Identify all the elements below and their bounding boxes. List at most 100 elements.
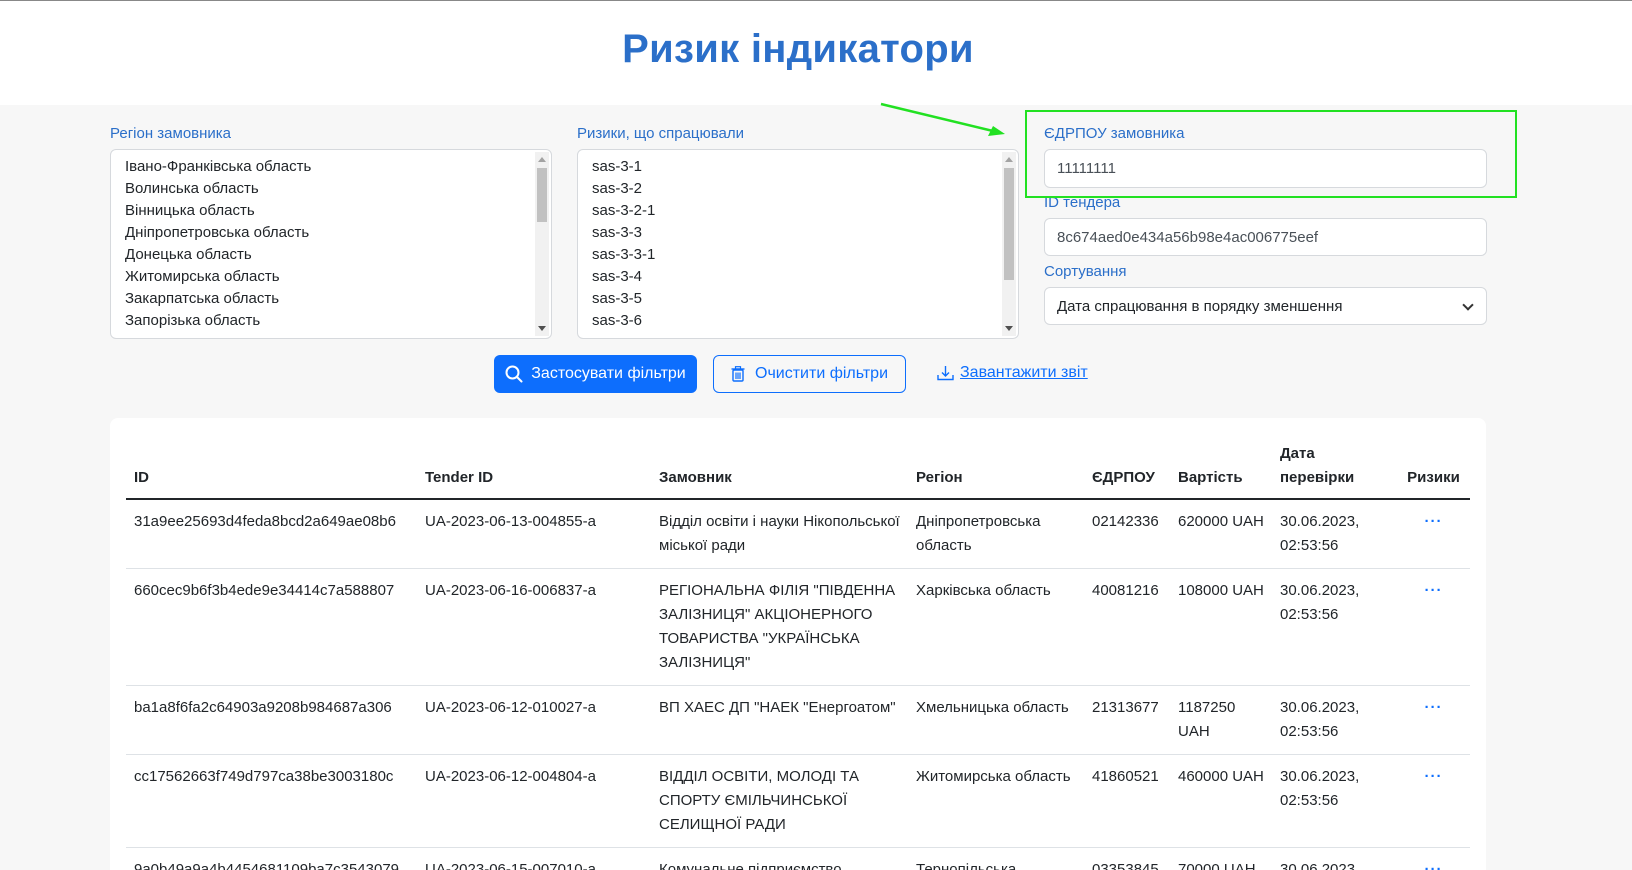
download-report-link[interactable]: Завантажити звіт	[937, 364, 1088, 382]
column-header-date[interactable]: Дата перевірки	[1272, 442, 1397, 500]
scroll-down-icon[interactable]	[538, 326, 546, 331]
cell-edrpou: 41860521	[1084, 754, 1170, 848]
cell-edrpou: 03353845	[1084, 847, 1170, 870]
cell-customer: ВІДДІЛ ОСВІТИ, МОЛОДІ ТА СПОРТУ ЄМІЛЬЧИН…	[651, 754, 908, 848]
list-option[interactable]: sas-3-6	[578, 310, 1000, 332]
annotation-arrow	[880, 102, 1005, 136]
column-header-risks[interactable]: Ризики	[1397, 442, 1470, 500]
cell-tender-id: UA-2023-06-12-004804-a	[417, 754, 651, 848]
cell-id: ba1a8f6fa2c64903a9208b984687a306	[126, 685, 417, 755]
cell-customer: РЕГІОНАЛЬНА ФІЛІЯ "ПІВДЕННА ЗАЛІЗНИЦЯ" А…	[651, 568, 908, 686]
apply-filters-button[interactable]: Застосувати фільтри	[494, 355, 697, 393]
cell-tender-id: UA-2023-06-12-010027-a	[417, 685, 651, 755]
list-option[interactable]: Івано-Франківська область	[111, 156, 533, 178]
cell-edrpou: 40081216	[1084, 568, 1170, 686]
list-option[interactable]: Дніпропетровська область	[111, 222, 533, 244]
trash-icon	[731, 366, 745, 382]
apply-filters-label: Застосувати фільтри	[531, 365, 686, 382]
list-option[interactable]: Закарпатська область	[111, 288, 533, 310]
scroll-thumb[interactable]	[537, 168, 547, 222]
list-option[interactable]: sas-3-2-1	[578, 200, 1000, 222]
cell-cost: 620000 UAH	[1170, 499, 1272, 569]
tender-id-input[interactable]: 8c674aed0e434a56b98e4ac006775eef	[1044, 218, 1487, 256]
clear-filters-label: Очистити фільтри	[755, 365, 888, 382]
cell-id: 660cec9b6f3b4ede9e34414c7a588807	[126, 568, 417, 686]
list-option[interactable]: sas-3-3	[578, 222, 1000, 244]
table-body: 31a9ee25693d4feda8bcd2a649ae08b6 UA-2023-…	[126, 499, 1470, 870]
clear-filters-button[interactable]: Очистити фільтри	[713, 355, 906, 393]
cell-cost: 1187250 UAH	[1170, 685, 1272, 755]
region-label: Регіон замовника	[110, 125, 232, 142]
cell-customer: ВП ХАЕС ДП "НАЕК "Енергоатом"	[651, 685, 908, 755]
risks-label: Ризики, що спрацювали	[577, 125, 745, 142]
risks-options: sas-3-1 sas-3-2 sas-3-2-1 sas-3-3 sas-3-3-1 s…	[578, 156, 1000, 332]
cell-cost: 108000 UAH	[1170, 568, 1272, 686]
table-row: 660cec9b6f3b4ede9e34414c7a588807 UA-2023-…	[126, 568, 1470, 686]
results-card: ID Tender ID Замовник Регіон ЄДРПОУ Варт…	[110, 418, 1486, 870]
column-header-region[interactable]: Регіон	[908, 442, 1084, 500]
list-option[interactable]: sas-3-2	[578, 178, 1000, 200]
list-option[interactable]: sas-3-3-1	[578, 244, 1000, 266]
chevron-down-icon	[1462, 299, 1474, 311]
cell-region: Тернопільська	[908, 847, 1084, 870]
cell-cost: 460000 UAH	[1170, 754, 1272, 848]
risks-menu-button[interactable]: ···	[1397, 754, 1470, 848]
cell-tender-id: UA-2023-06-15-007010-a	[417, 847, 651, 870]
scroll-up-icon[interactable]	[538, 157, 546, 162]
risks-scrollbar[interactable]	[1002, 152, 1016, 336]
cell-region: Дніпропетровська область	[908, 499, 1084, 569]
cell-id: 9a0b49a9a4b4454681109ba7c3543079	[126, 847, 417, 870]
cell-date: 30.06.2023, 02:53:56	[1272, 499, 1397, 569]
cell-date: 30.06.2023, 02:53:56	[1272, 754, 1397, 848]
cell-region: Харківська область	[908, 568, 1084, 686]
cell-region: Хмельницька область	[908, 685, 1084, 755]
results-table: ID Tender ID Замовник Регіон ЄДРПОУ Варт…	[126, 442, 1470, 870]
sorting-label: Сортування	[1044, 263, 1127, 280]
list-option[interactable]: Донецька область	[111, 244, 533, 266]
list-option[interactable]: Житомирська область	[111, 266, 533, 288]
cell-edrpou: 02142336	[1084, 499, 1170, 569]
sorting-select[interactable]: Дата спрацювання в порядку зменшення	[1044, 287, 1487, 325]
table-row: 31a9ee25693d4feda8bcd2a649ae08b6 UA-2023-…	[126, 499, 1470, 569]
risks-menu-button[interactable]: ···	[1397, 499, 1470, 569]
risks-menu-button[interactable]: ···	[1397, 685, 1470, 755]
scroll-down-icon[interactable]	[1005, 326, 1013, 331]
cell-tender-id: UA-2023-06-13-004855-a	[417, 499, 651, 569]
column-header-id[interactable]: ID	[126, 442, 417, 500]
download-report-label: Завантажити звіт	[960, 364, 1088, 381]
region-scrollbar[interactable]	[535, 152, 549, 336]
table-header-row: ID Tender ID Замовник Регіон ЄДРПОУ Варт…	[126, 442, 1470, 500]
header: Ризик індикатори	[0, 1, 1632, 105]
list-option[interactable]: Запорізька область	[111, 310, 533, 332]
cell-date: 30.06.2023, 02:53:56	[1272, 685, 1397, 755]
list-option[interactable]: sas-3-1	[578, 156, 1000, 178]
list-option[interactable]: Вінницька область	[111, 200, 533, 222]
list-option[interactable]: sas-3-5	[578, 288, 1000, 310]
scroll-thumb[interactable]	[1004, 168, 1014, 280]
risks-menu-button[interactable]: ···	[1397, 847, 1470, 870]
annotation-highlight-box	[1025, 110, 1517, 198]
cell-id: 31a9ee25693d4feda8bcd2a649ae08b6	[126, 499, 417, 569]
list-option[interactable]: sas-3-4	[578, 266, 1000, 288]
column-header-edrpou[interactable]: ЄДРПОУ	[1084, 442, 1170, 500]
cell-date: 30.06.2023,	[1272, 847, 1397, 870]
table-row: ba1a8f6fa2c64903a9208b984687a306 UA-2023-…	[126, 685, 1470, 755]
list-option[interactable]: Волинська область	[111, 178, 533, 200]
scroll-up-icon[interactable]	[1005, 157, 1013, 162]
cell-date: 30.06.2023, 02:53:56	[1272, 568, 1397, 686]
cell-tender-id: UA-2023-06-16-006837-a	[417, 568, 651, 686]
download-icon	[937, 366, 954, 381]
cell-customer: Комунальне підприємство	[651, 847, 908, 870]
table-row: 9a0b49a9a4b4454681109ba7c3543079 UA-2023-…	[126, 847, 1470, 870]
risks-menu-button[interactable]: ···	[1397, 568, 1470, 686]
column-header-tender-id[interactable]: Tender ID	[417, 442, 651, 500]
tender-id-placeholder: 8c674aed0e434a56b98e4ac006775eef	[1057, 228, 1319, 246]
search-icon	[505, 365, 523, 383]
region-options: Івано-Франківська область Волинська облас…	[111, 156, 533, 332]
risks-listbox[interactable]: sas-3-1 sas-3-2 sas-3-2-1 sas-3-3 sas-3-3-1 s…	[577, 149, 1019, 339]
column-header-customer[interactable]: Замовник	[651, 442, 908, 500]
region-listbox[interactable]: Івано-Франківська область Волинська облас…	[110, 149, 552, 339]
cell-customer: Відділ освіти і науки Нікопольської місь…	[651, 499, 908, 569]
table-row: cc17562663f749d797ca38be3003180c UA-2023-…	[126, 754, 1470, 848]
column-header-cost[interactable]: Вартість	[1170, 442, 1272, 500]
